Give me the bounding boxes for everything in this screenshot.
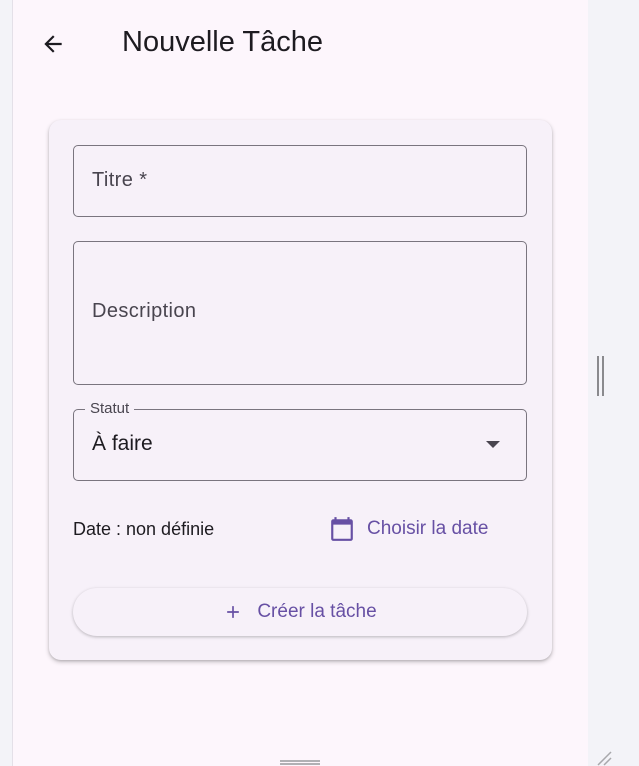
app-window: Nouvelle Tâche Titre * Description Statu…	[12, 0, 589, 766]
calendar-icon	[331, 517, 353, 541]
side-panel	[588, 0, 639, 766]
create-task-label: Créer la tâche	[257, 601, 377, 622]
choose-date-button[interactable]: Choisir la date	[329, 511, 488, 547]
date-text: Date : non définie	[73, 519, 215, 539]
resize-grip-icon[interactable]	[596, 750, 612, 766]
splitter-handle[interactable]	[597, 356, 605, 396]
status-label: Statut	[85, 400, 135, 418]
description-input[interactable]: Description	[73, 241, 527, 385]
splitter-line	[602, 356, 604, 396]
description-placeholder: Description	[92, 300, 197, 322]
bottom-resize-handle[interactable]	[280, 760, 320, 765]
title-input[interactable]: Titre *	[73, 145, 527, 217]
create-task-button[interactable]: Créer la tâche	[73, 588, 527, 636]
app-bar: Nouvelle Tâche	[13, 0, 589, 86]
plus-icon	[227, 606, 240, 618]
choose-date-label: Choisir la date	[367, 518, 489, 539]
dropdown-arrow-icon	[486, 441, 500, 448]
back-button[interactable]	[35, 26, 71, 62]
splitter-line	[597, 356, 599, 396]
page-title: Nouvelle Tâche	[122, 26, 323, 58]
arrow-back-icon	[44, 35, 62, 53]
title-placeholder: Titre *	[92, 169, 148, 191]
status-select[interactable]: Statut À faire	[73, 400, 527, 481]
task-form-card: Titre * Description Statut À faire Date …	[49, 120, 552, 660]
status-value: À faire	[92, 432, 153, 455]
